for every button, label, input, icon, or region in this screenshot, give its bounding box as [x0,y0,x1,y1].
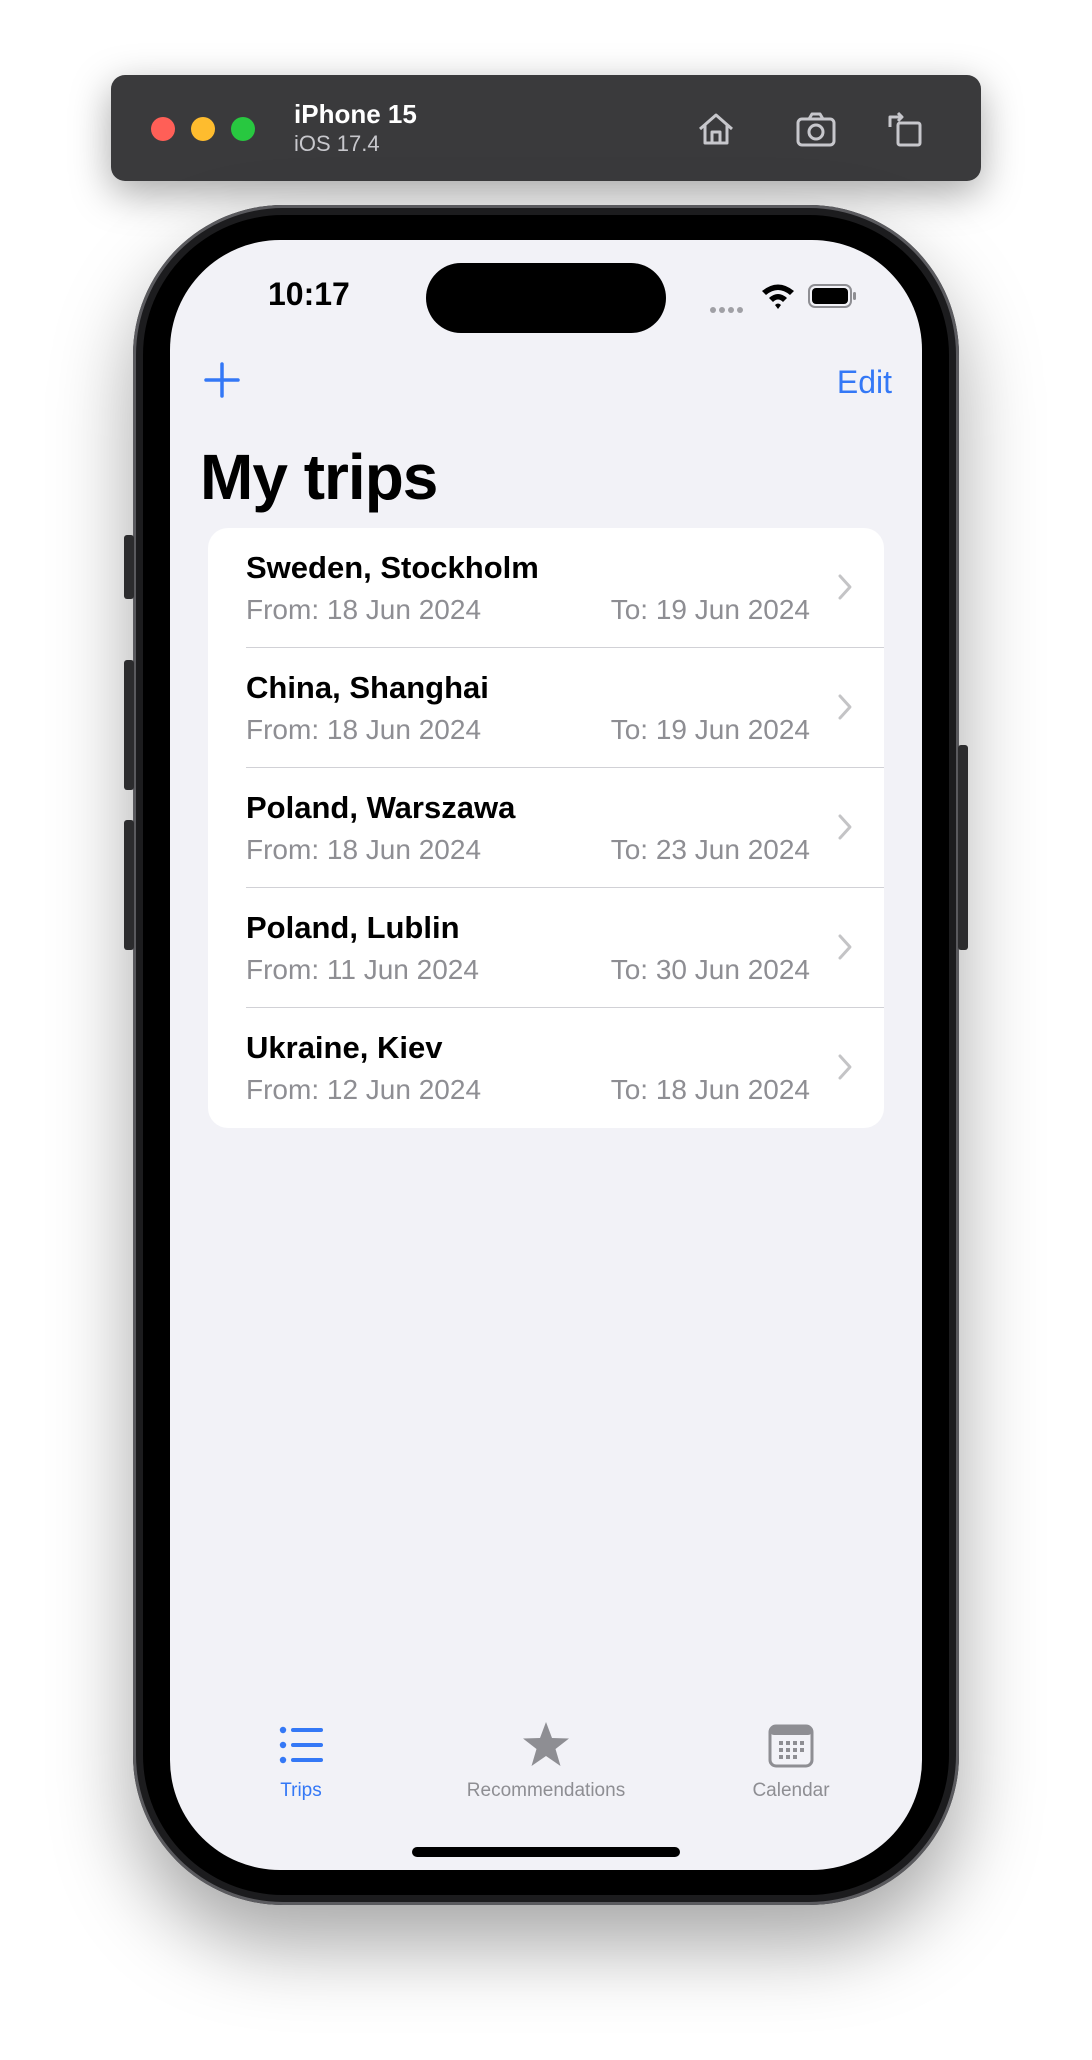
chevron-right-icon [838,814,852,840]
home-icon[interactable] [692,105,740,153]
star-icon [523,1722,569,1766]
trip-place: Ukraine, Kiev [246,1030,443,1065]
calendar-icon [768,1724,814,1768]
volume-up-button [124,660,134,790]
trip-from-date: From: 18 Jun 2024 [246,714,482,745]
simulator-toolbar: iPhone 15 iOS 17.4 [111,75,981,181]
wifi-icon [762,284,794,309]
edit-button[interactable]: Edit [837,364,892,401]
tab-recommendations[interactable]: Recommendations [436,1720,656,1802]
status-time: 10:17 [268,276,350,312]
close-window-button[interactable] [151,117,175,141]
chevron-right-icon [838,694,852,720]
chevron-right-icon [838,934,852,960]
phone-screen: 10:17 Edit My trips Sweden, Stockholm Fr… [170,240,922,1870]
dynamic-island [426,263,666,333]
rotate-icon[interactable] [882,105,930,153]
trip-from-date: From: 18 Jun 2024 [246,834,482,865]
device-name: iPhone 15 [294,99,417,129]
trip-to-date: To: 19 Jun 2024 [610,594,810,625]
trip-from-date: From: 11 Jun 2024 [246,954,479,985]
tab-bar: Trips Recommendations Calendar [170,1720,922,1830]
tab-label: Calendar [752,1780,830,1801]
simulator-stage: iPhone 15 iOS 17.4 10:17 Edit My trips S… [0,0,1092,2060]
plus-icon[interactable] [200,358,244,402]
home-indicator [412,1847,680,1857]
tab-trips[interactable]: Trips [191,1720,411,1802]
trip-to-date: To: 18 Jun 2024 [610,1074,810,1105]
trip-place: China, Shanghai [246,670,489,705]
tab-label: Recommendations [466,1780,626,1801]
trip-to-date: To: 30 Jun 2024 [610,954,810,985]
trip-from-date: From: 12 Jun 2024 [246,1074,482,1105]
battery-icon [808,284,856,308]
chevron-right-icon [838,1054,852,1080]
trip-row[interactable]: Sweden, Stockholm From: 18 Jun 2024 To: … [208,528,884,648]
action-button [124,535,134,599]
trip-place: Poland, Warszawa [246,790,516,825]
trip-row[interactable]: Ukraine, Kiev From: 12 Jun 2024 To: 18 J… [208,1008,884,1128]
trip-row[interactable]: China, Shanghai From: 18 Jun 2024 To: 19… [208,648,884,768]
trip-from-date: From: 18 Jun 2024 [246,594,482,625]
trip-to-date: To: 23 Jun 2024 [610,834,810,865]
zoom-window-button[interactable] [231,117,255,141]
trip-place: Poland, Lublin [246,910,460,945]
volume-down-button [124,820,134,950]
trip-place: Sweden, Stockholm [246,550,539,585]
trip-row[interactable]: Poland, Lublin From: 11 Jun 2024 To: 30 … [208,888,884,1008]
tab-label: Trips [280,1780,322,1801]
os-version: iOS 17.4 [294,131,380,156]
trip-to-date: To: 19 Jun 2024 [610,714,810,745]
cellular-icon [710,300,746,318]
list-icon [279,1726,323,1764]
page-title: My trips [200,441,438,513]
tab-calendar[interactable]: Calendar [681,1720,901,1802]
power-button [958,745,968,950]
minimize-window-button[interactable] [191,117,215,141]
trips-list: Sweden, Stockholm From: 18 Jun 2024 To: … [208,528,884,1128]
screenshot-icon[interactable] [792,105,840,153]
chevron-right-icon [838,574,852,600]
trip-row[interactable]: Poland, Warszawa From: 18 Jun 2024 To: 2… [208,768,884,888]
